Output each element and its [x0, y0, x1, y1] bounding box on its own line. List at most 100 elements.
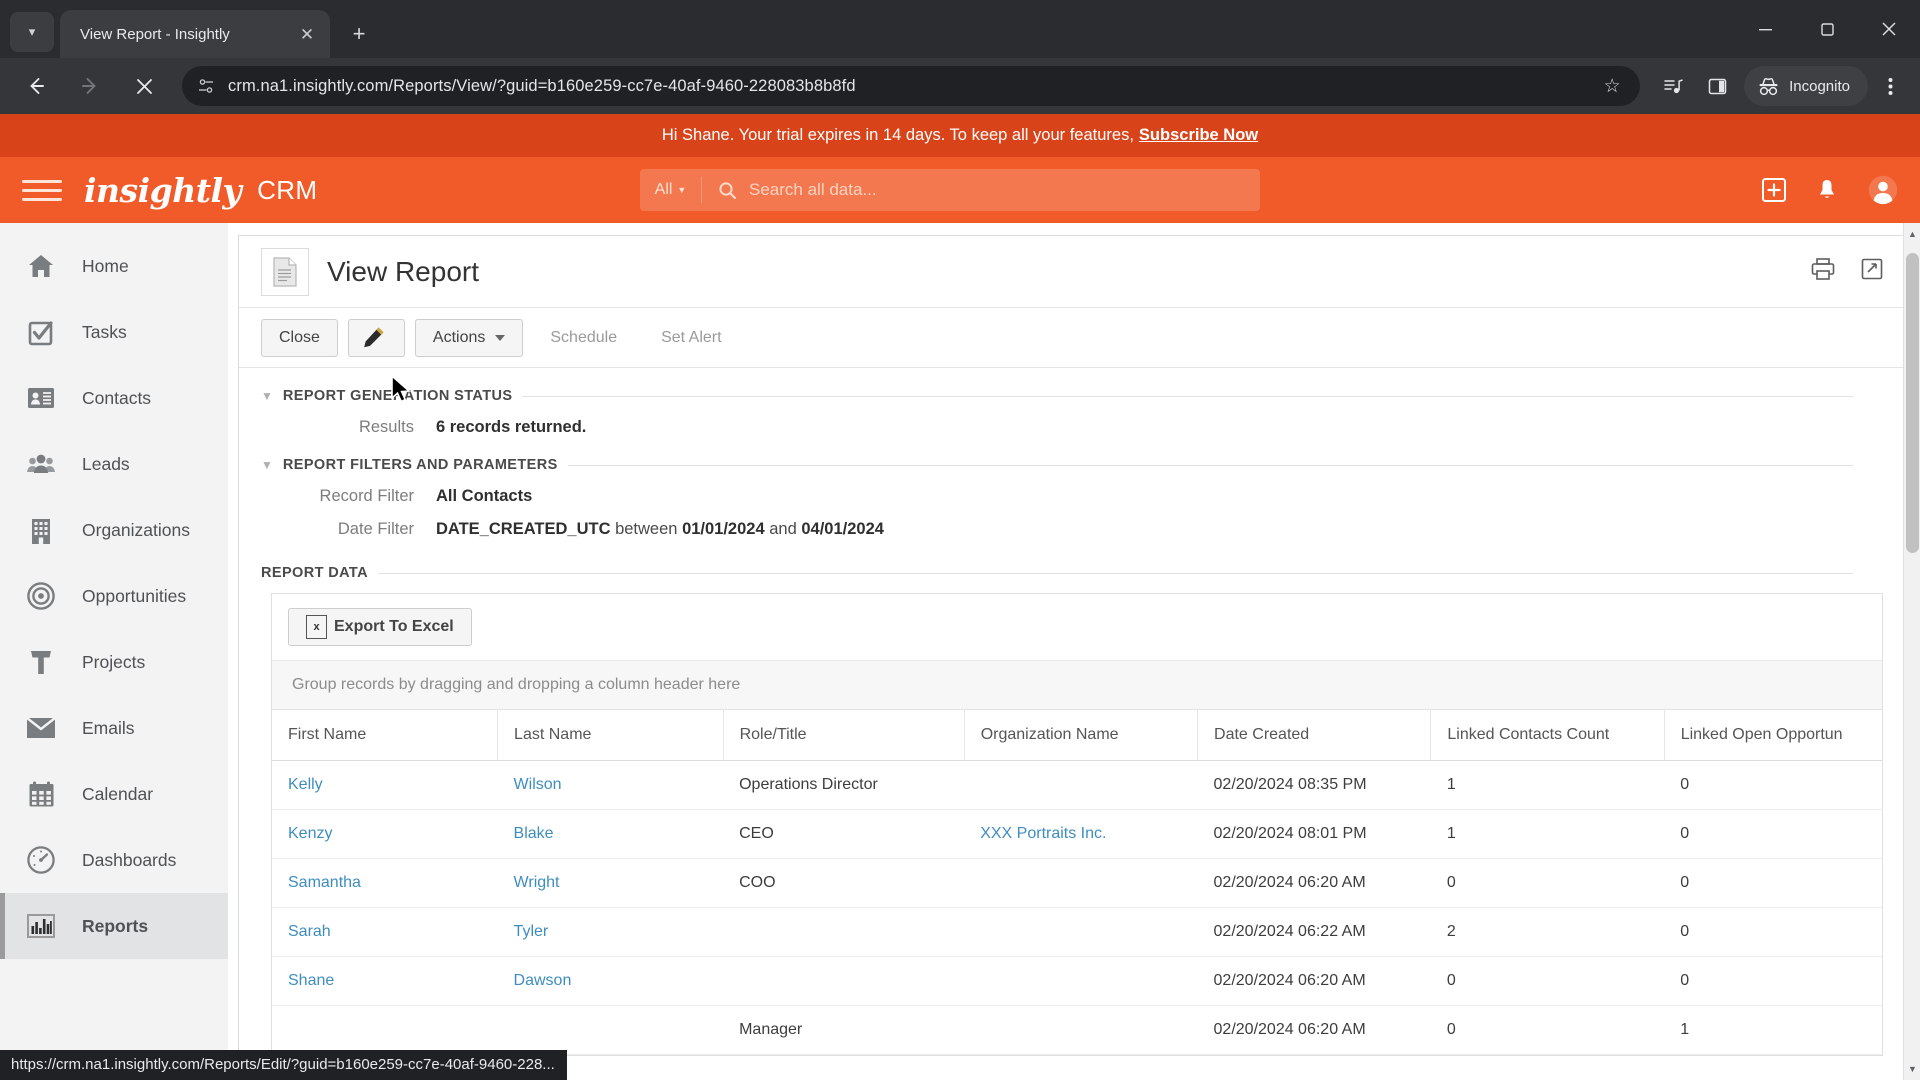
site-settings-icon[interactable] — [196, 76, 216, 96]
sidebar-label: Opportunities — [82, 585, 187, 606]
chrome-menu-icon[interactable] — [1870, 66, 1910, 106]
cell-date-created: 02/20/2024 08:01 PM — [1197, 809, 1431, 859]
forward-button — [70, 66, 110, 106]
report-card: View Report Close Actions Schedule Set A… — [238, 235, 1906, 1080]
sidebar-item-emails[interactable]: Emails — [0, 695, 228, 761]
column-header-linked-contacts-count[interactable]: Linked Contacts Count — [1430, 710, 1665, 761]
cell-linked-contacts-count: 2 — [1430, 907, 1665, 957]
tab-close-icon[interactable]: ✕ — [294, 26, 320, 43]
bookmark-star-icon[interactable]: ☆ — [1598, 75, 1626, 98]
cell-first-name-link[interactable]: Shane — [288, 972, 334, 989]
incognito-indicator[interactable]: Incognito — [1744, 66, 1868, 106]
sidebar-item-dashboards[interactable]: Dashboards — [0, 827, 228, 893]
side-panel-icon[interactable] — [1696, 66, 1738, 106]
scrollbar-thumb[interactable] — [1906, 253, 1919, 553]
sidebar-item-contacts[interactable]: Contacts — [0, 365, 228, 431]
close-button[interactable]: Close — [261, 318, 338, 357]
export-to-excel-button[interactable]: x Export To Excel — [288, 608, 472, 646]
add-new-icon[interactable] — [1762, 178, 1786, 202]
browser-window: ▾ View Report - Insightly ✕ + crm.na1.in… — [0, 0, 1920, 1080]
table-row[interactable]: Kenzy Blake CEO XXX Portraits Inc. 02/20… — [272, 809, 1882, 859]
insightly-logo: insightly — [84, 170, 242, 210]
cell-organization-link[interactable]: XXX Portraits Inc. — [980, 825, 1106, 842]
global-search[interactable]: All ▼ — [640, 169, 1260, 211]
report-table-body: Kelly Wilson Operations Director 02/20/2… — [272, 760, 1882, 1055]
sidebar-nav: Home Tasks Contacts Leads Organizations … — [0, 223, 228, 1080]
sidebar-item-opportunities[interactable]: Opportunities — [0, 563, 228, 629]
actions-dropdown-button[interactable]: Actions — [414, 318, 524, 357]
set-alert-button[interactable]: Set Alert — [644, 319, 738, 357]
group-drop-zone[interactable]: Group records by dragging and dropping a… — [272, 660, 1882, 710]
sidebar-item-calendar[interactable]: Calendar — [0, 761, 228, 827]
sidebar-item-leads[interactable]: Leads — [0, 431, 228, 497]
address-bar[interactable]: crm.na1.insightly.com/Reports/View/?guid… — [182, 66, 1641, 106]
cell-role-title — [723, 956, 965, 1006]
user-avatar[interactable] — [1868, 175, 1898, 205]
column-header-first-name[interactable]: First Name — [272, 710, 499, 761]
column-header-role-title[interactable]: Role/Title — [723, 710, 965, 761]
media-control-icon[interactable] — [1652, 66, 1694, 106]
menu-hamburger-icon[interactable] — [22, 179, 62, 201]
sidebar-label: Emails — [82, 717, 135, 738]
cell-linked-contacts-count: 1 — [1430, 809, 1665, 859]
section-generation-status-header[interactable]: ▼ REPORT GENERATION STATUS — [261, 388, 1883, 404]
sidebar-item-projects[interactable]: Projects — [0, 629, 228, 695]
tab-search-chevron-icon[interactable]: ▾ — [10, 12, 54, 52]
sidebar-item-organizations[interactable]: Organizations — [0, 497, 228, 563]
table-row[interactable]: Sarah Tyler 02/20/2024 06:22 AM 2 0 — [272, 907, 1882, 957]
sidebar-item-reports[interactable]: Reports — [0, 893, 228, 959]
schedule-button[interactable]: Schedule — [533, 319, 634, 357]
column-header-linked-open-opportunities[interactable]: Linked Open Opportun — [1664, 710, 1882, 761]
page-scrollbar[interactable]: ▲ ▼ — [1903, 223, 1920, 1080]
date-filter-from: 01/01/2024 — [682, 520, 765, 538]
trial-banner: Hi Shane. Your trial expires in 14 days.… — [0, 114, 1920, 157]
scroll-up-arrow-icon[interactable]: ▲ — [1904, 225, 1920, 243]
notifications-bell-icon[interactable] — [1816, 178, 1838, 202]
cell-first-name-link[interactable]: Samantha — [288, 874, 361, 891]
column-header-date-created[interactable]: Date Created — [1197, 710, 1432, 761]
cell-role-title: Manager — [723, 1005, 965, 1055]
column-header-organization-name[interactable]: Organization Name — [964, 710, 1199, 761]
cell-role-title: CEO — [723, 809, 965, 859]
record-filter-row: Record Filter All Contacts — [261, 487, 1883, 506]
subscribe-now-link[interactable]: Subscribe Now — [1139, 126, 1258, 145]
new-tab-button[interactable]: + — [340, 15, 378, 53]
report-data-panel: x Export To Excel Group records by dragg… — [271, 593, 1883, 1056]
page-title: View Report — [327, 255, 480, 287]
cell-last-name-link[interactable]: Tyler — [514, 923, 549, 940]
edit-report-button[interactable] — [347, 318, 405, 357]
cell-first-name-link[interactable]: Sarah — [288, 923, 331, 940]
export-pdf-icon[interactable] — [1861, 258, 1883, 285]
table-row[interactable]: Kelly Wilson Operations Director 02/20/2… — [272, 760, 1882, 810]
back-button[interactable] — [16, 66, 56, 106]
excel-icon: x — [306, 615, 327, 639]
print-icon[interactable] — [1811, 258, 1835, 285]
column-header-last-name[interactable]: Last Name — [497, 710, 724, 761]
sidebar-item-home[interactable]: Home — [0, 233, 228, 299]
table-row[interactable]: Shane Dawson 02/20/2024 06:20 AM 0 0 — [272, 956, 1882, 1006]
table-row[interactable]: Manager 02/20/2024 06:20 AM 0 1 — [272, 1005, 1882, 1055]
cell-last-name-link[interactable]: Wright — [514, 874, 560, 891]
section-filters-header[interactable]: ▼ REPORT FILTERS AND PARAMETERS — [261, 457, 1883, 473]
search-input[interactable] — [749, 180, 1260, 200]
cell-first-name-link[interactable]: Kelly — [288, 776, 323, 793]
cell-last-name-link[interactable]: Dawson — [514, 972, 572, 989]
report-header-actions — [1811, 258, 1883, 285]
scroll-down-arrow-icon[interactable]: ▼ — [1904, 1060, 1920, 1078]
sidebar-item-tasks[interactable]: Tasks — [0, 299, 228, 365]
search-scope-dropdown[interactable]: All ▼ — [640, 177, 702, 203]
stop-loading-button[interactable] — [124, 66, 164, 106]
cell-date-created: 02/20/2024 06:22 AM — [1197, 907, 1431, 957]
collapse-chevron-icon[interactable]: ▼ — [261, 389, 273, 403]
cell-last-name-link[interactable]: Wilson — [514, 776, 562, 793]
close-window-icon[interactable] — [1858, 0, 1920, 58]
cell-first-name-link[interactable]: Kenzy — [288, 825, 332, 842]
maximize-icon[interactable] — [1796, 0, 1858, 58]
table-row[interactable]: Samantha Wright COO 02/20/2024 06:20 AM … — [272, 858, 1882, 908]
main-content: View Report Close Actions Schedule Set A… — [228, 223, 1920, 1080]
browser-tab[interactable]: View Report - Insightly ✕ — [60, 10, 330, 58]
collapse-chevron-icon[interactable]: ▼ — [261, 458, 273, 472]
cell-date-created: 02/20/2024 06:20 AM — [1197, 1005, 1431, 1055]
cell-last-name-link[interactable]: Blake — [514, 825, 554, 842]
minimize-icon[interactable] — [1734, 0, 1796, 58]
